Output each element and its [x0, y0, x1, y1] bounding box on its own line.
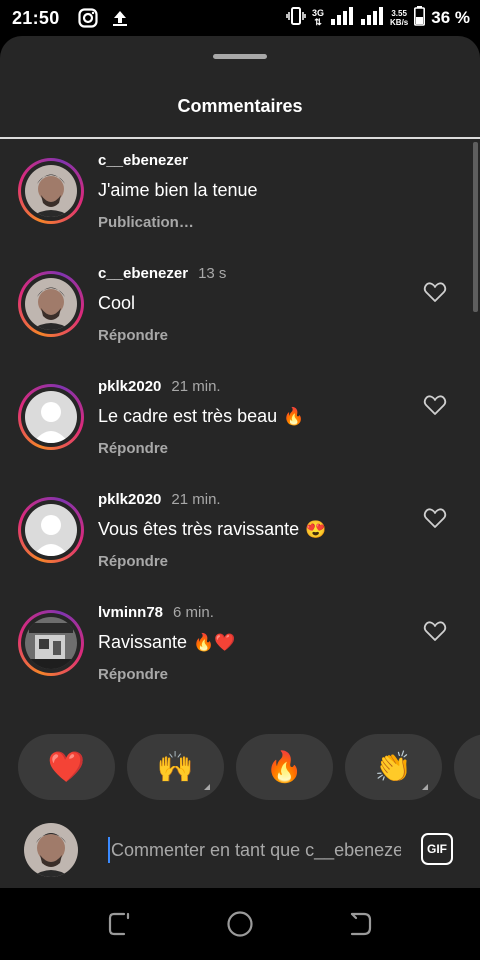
raising-hands-emoji: 🙌: [156, 750, 195, 784]
avatar: [25, 391, 77, 443]
reaction-button-partial[interactable]: [454, 734, 480, 800]
comment-username[interactable]: lvminn78 6 min.: [98, 604, 214, 621]
comment-item[interactable]: c__ebenezer J'aime bien la tenue Publicati…: [0, 152, 480, 258]
reply-button[interactable]: Répondre: [98, 666, 168, 683]
gif-button[interactable]: GIF: [421, 833, 453, 865]
comment-text: Le cadre est très beau 🔥: [98, 406, 304, 427]
username-text[interactable]: c__ebenezer: [98, 152, 188, 169]
battery-icon: [414, 5, 426, 31]
system-nav-bar: [0, 888, 480, 960]
comment-text: J'aime bien la tenue: [98, 180, 264, 201]
like-heart-icon[interactable]: [423, 394, 447, 416]
fire-emoji-button[interactable]: 🔥: [236, 734, 333, 800]
comment-username[interactable]: c__ebenezer: [98, 152, 198, 169]
quick-reactions-bar: ❤️ 🙌 🔥 👏: [0, 734, 480, 800]
avatar: [24, 823, 78, 877]
posting-status: Publication…: [98, 214, 194, 231]
fire-emoji: 🔥: [265, 750, 304, 784]
comment-body: Le cadre est très beau: [98, 406, 278, 426]
avatar: [25, 504, 77, 556]
network-type: 3G ⇅: [312, 8, 325, 27]
network-speed: 3.55 KB/s: [390, 9, 409, 27]
avatar-border: [21, 500, 81, 560]
signal-strength-icon-2: [360, 6, 384, 30]
status-bar: 21:50 3G ⇅ 3.55 KB/s 36 %: [0, 0, 480, 36]
signal-strength-icon: [330, 6, 354, 30]
comments-sheet: Commentaires c__ebenezer J'aime bien la t…: [0, 36, 480, 888]
vibrate-icon: [286, 6, 306, 31]
comment-body: Vous êtes très ravissante: [98, 519, 300, 539]
instagram-icon: [78, 8, 98, 28]
comment-timestamp: 21 min.: [171, 378, 221, 395]
home-icon[interactable]: [226, 910, 254, 943]
avatar-border: [21, 613, 81, 673]
avatar: [25, 165, 77, 217]
status-indicators: 3G ⇅ 3.55 KB/s 36 %: [286, 5, 470, 31]
story-ring[interactable]: [18, 610, 84, 676]
comment-item[interactable]: pklk2020 21 min. Vous êtes très ravissante…: [0, 491, 480, 597]
comment-username[interactable]: c__ebenezer 13 s: [98, 265, 226, 282]
avatar-border: [21, 161, 81, 221]
story-ring[interactable]: [18, 158, 84, 224]
clapping-hands-emoji: 👏: [374, 750, 413, 784]
raising-hands-emoji-button[interactable]: 🙌: [127, 734, 224, 800]
sheet-title: Commentaires: [177, 96, 303, 116]
comment-emojis: 🔥❤️: [193, 632, 236, 652]
comment-input[interactable]: Commenter en tant que c__ebenezer...: [108, 837, 401, 863]
comment-body: J'aime bien la tenue: [98, 180, 258, 200]
comment-body: Ravissante: [98, 632, 188, 652]
comment-body: Cool: [98, 293, 136, 313]
like-heart-icon[interactable]: [423, 507, 447, 529]
battery-percent: 36 %: [431, 8, 470, 27]
reply-button[interactable]: Répondre: [98, 327, 168, 344]
username-text[interactable]: c__ebenezer: [98, 265, 188, 282]
like-heart-icon[interactable]: [423, 281, 447, 303]
comment-username[interactable]: pklk2020 21 min.: [98, 378, 221, 395]
username-text[interactable]: pklk2020: [98, 378, 161, 395]
comment-emojis: 😍: [305, 519, 327, 539]
avatar-border: [21, 274, 81, 334]
comment-timestamp: 6 min.: [173, 604, 214, 621]
story-ring[interactable]: [18, 384, 84, 450]
comment-item[interactable]: pklk2020 21 min. Le cadre est très beau 🔥 Ré…: [0, 378, 480, 484]
heart-emoji: ❤️: [47, 750, 86, 784]
title-divider: [0, 137, 480, 139]
reply-button[interactable]: Répondre: [98, 440, 168, 457]
comment-text: Vous êtes très ravissante 😍: [98, 519, 326, 540]
comment-timestamp: 21 min.: [171, 491, 221, 508]
comment-username[interactable]: pklk2020 21 min.: [98, 491, 221, 508]
like-heart-icon[interactable]: [423, 620, 447, 642]
avatar-border: [21, 387, 81, 447]
status-time: 21:50: [12, 8, 60, 28]
more-variants-indicator: [204, 784, 210, 790]
comment-emojis: 🔥: [283, 406, 305, 426]
comment-text: Ravissante 🔥❤️: [98, 632, 235, 653]
avatar: [25, 278, 77, 330]
comment-text: Cool: [98, 293, 141, 314]
username-text[interactable]: pklk2020: [98, 491, 161, 508]
comment-composer: Commenter en tant que c__ebenezer... GIF: [0, 812, 480, 888]
username-text[interactable]: lvminn78: [98, 604, 163, 621]
comment-timestamp: 13 s: [198, 265, 227, 282]
story-ring[interactable]: [18, 497, 84, 563]
reply-button[interactable]: Répondre: [98, 553, 168, 570]
upload-icon: [110, 8, 130, 28]
drag-handle[interactable]: [213, 54, 267, 59]
more-variants-indicator: [422, 784, 428, 790]
comment-item[interactable]: lvminn78 6 min. Ravissante 🔥❤️ Répondre: [0, 604, 480, 710]
avatar: [25, 617, 77, 669]
comment-item[interactable]: c__ebenezer 13 s Cool Répondre: [0, 265, 480, 371]
story-ring[interactable]: [18, 271, 84, 337]
heart-emoji-button[interactable]: ❤️: [18, 734, 115, 800]
clapping-hands-emoji-button[interactable]: 👏: [345, 734, 442, 800]
recent-apps-icon[interactable]: [106, 910, 134, 943]
back-icon[interactable]: [346, 910, 374, 943]
